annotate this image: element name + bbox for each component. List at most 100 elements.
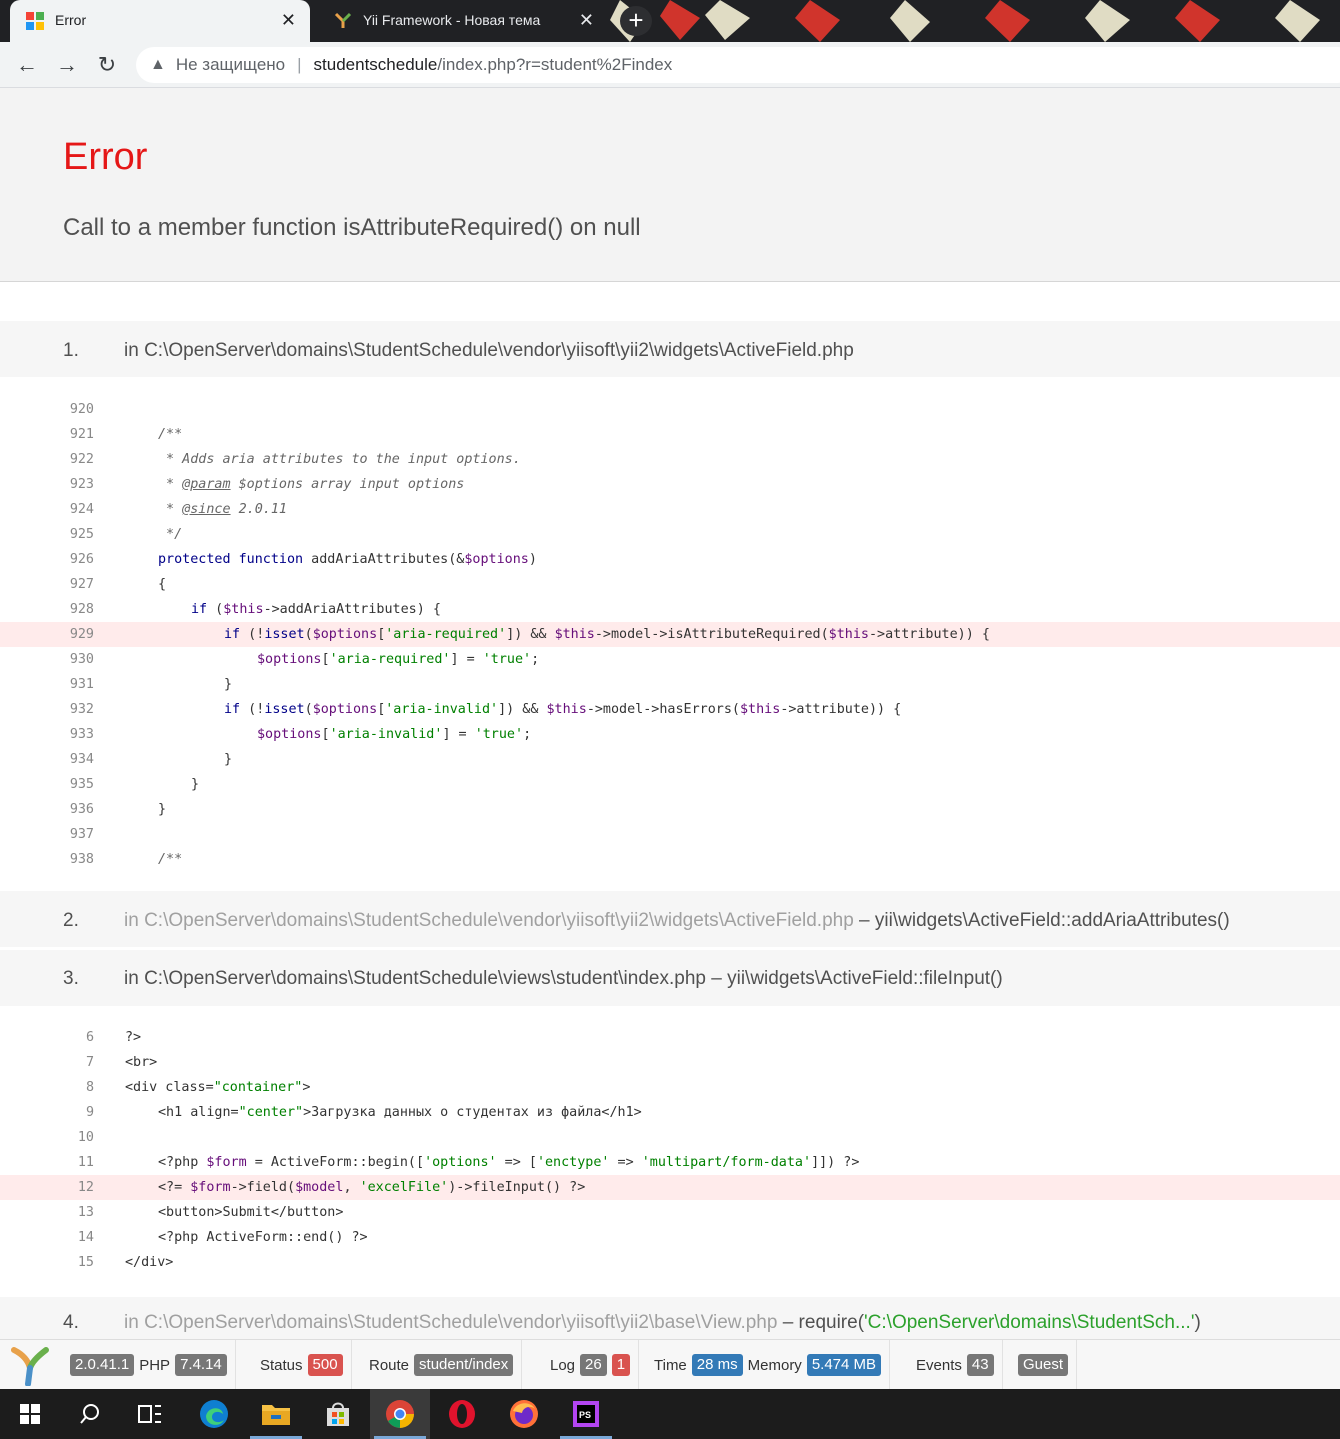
call-stack-item[interactable]: 1. in C:\OpenServer\domains\StudentSched… [0,321,1340,377]
code-line: 937 [69,827,94,842]
code-line: 931} [69,677,233,692]
code-line: 15 </div> [77,1255,174,1270]
code-line: 936} [69,802,167,817]
tab-title: Error [55,12,87,28]
stack-item-location: in C:\OpenServer\domains\StudentSchedule… [124,1312,1201,1333]
taskbar-edge[interactable] [184,1389,244,1439]
time-badge: 28 ms [691,1354,743,1376]
status-label: Status [260,1356,303,1374]
task-view-button[interactable] [120,1389,180,1439]
stack-item-number: 3. [63,968,79,989]
reload-icon[interactable]: ↻ [92,50,122,80]
memory-label: Memory [747,1356,802,1374]
favicon-icon [26,12,44,30]
taskbar-chrome[interactable] [370,1389,430,1439]
php-version-badge: 7.4.14 [175,1354,227,1376]
windows-taskbar: PS [0,1389,1340,1439]
error-code-line: 12 <?= $form->field($model, 'excelFile')-… [0,1175,1340,1200]
code-line: 932 if (!isset($options['aria-invalid']) … [69,702,902,717]
log-count-badge: 26 [580,1354,607,1376]
code-line: 930 $options['aria-required'] = 'true'; [69,652,540,667]
debug-versions[interactable]: 2.0.41.1 PHP 7.4.14 [62,1340,236,1390]
taskbar-explorer[interactable] [246,1389,306,1439]
debug-user[interactable]: Guest [1010,1340,1078,1390]
taskbar-phpstorm[interactable]: PS [556,1389,616,1439]
call-stack-item[interactable]: 4. in C:\OpenServer\domains\StudentSched… [0,1297,1340,1339]
phpstorm-icon: PS [573,1401,599,1427]
yii-logo-icon[interactable] [8,1346,52,1386]
search-button[interactable] [60,1389,120,1439]
events-label: Events [916,1356,962,1374]
forward-arrow-icon[interactable]: → [52,50,82,80]
code-line: 923 * @param $options array input option… [69,477,465,492]
edge-icon [200,1400,228,1428]
browser-toolbar: ← → ↻ ▲ Не защищено | studentschedule/in… [0,42,1340,88]
stack-item-location: in C:\OpenServer\domains\StudentSchedule… [124,968,1003,989]
time-label: Time [654,1356,687,1374]
close-icon[interactable]: ✕ [579,10,594,31]
new-tab-button[interactable]: + [620,6,652,36]
memory-badge: 5.474 MB [806,1354,882,1376]
code-line: 938/** [69,852,183,867]
stack-item-number: 1. [63,340,79,361]
debug-log[interactable]: Log 26 1 [542,1340,640,1390]
code-line: 921/** [69,427,183,442]
browser-theme-pattern [610,0,1320,42]
code-line: 6 ?> [85,1030,142,1045]
code-line: 928 if ($this->addAriaAttributes) { [69,602,441,617]
yii-favicon-icon [334,12,352,28]
tab-error[interactable]: Error ✕ [10,0,310,42]
code-line: 924 * @since 2.0.11 [69,502,287,517]
code-line: 8 <div class="container"> [85,1080,311,1095]
taskbar-firefox[interactable] [494,1389,554,1439]
svg-text:PS: PS [579,1410,591,1420]
opera-icon [449,1400,475,1428]
code-line: 933 $options['aria-invalid'] = 'true'; [69,727,532,742]
stack-item-number: 2. [63,910,79,931]
taskbar-opera[interactable] [432,1389,492,1439]
log-error-badge: 1 [611,1354,631,1376]
status-code-badge: 500 [307,1354,343,1376]
debug-events[interactable]: Events 43 [908,1340,1003,1390]
user-badge: Guest [1018,1354,1069,1376]
code-line: 927{ [69,577,167,592]
start-button[interactable] [0,1389,60,1439]
warning-icon[interactable]: ▲ [150,56,166,74]
debug-status[interactable]: Status 500 [252,1340,352,1390]
code-snippet: 6 ?> 7 <br> 8 <div class="container"> 9 <h1 … [0,1025,1340,1275]
tab-yii-forum[interactable]: Yii Framework - Новая тема ✕ [318,0,608,42]
store-icon [327,1402,349,1426]
code-line: 934} [69,752,233,767]
back-arrow-icon[interactable]: ← [12,50,42,80]
url-path: /index.php?r=student%2Findex [437,55,673,74]
address-bar[interactable]: ▲ Не защищено | studentschedule/index.ph… [136,47,1340,83]
close-icon[interactable]: ✕ [281,10,296,31]
debug-time-memory[interactable]: Time 28 ms Memory 5.474 MB [646,1340,891,1390]
security-status[interactable]: Не защищено [176,55,285,75]
code-line: 14 <?php ActiveForm::end() ?> [77,1230,368,1245]
events-badge: 43 [966,1354,994,1376]
error-header: Error Call to a member function isAttrib… [0,88,1340,282]
stack-item-file: in C:\OpenServer\domains\StudentSchedule… [124,340,854,361]
code-line: 10 [77,1130,94,1145]
folder-icon [262,1405,290,1425]
yii-debug-toolbar: 2.0.41.1 PHP 7.4.14 Status 500 Route stu… [0,1339,1340,1390]
code-line: 7 <br> [85,1055,158,1070]
code-line: 922 * Adds aria attributes to the input … [69,452,521,467]
task-view-icon [138,1405,161,1423]
route-badge: student/index [414,1354,514,1376]
call-stack-item[interactable]: 2. in C:\OpenServer\domains\StudentSched… [0,891,1340,947]
taskbar-store[interactable] [308,1389,368,1439]
code-snippet: 920 921/** 922 * Adds aria attributes to… [0,397,1340,872]
debug-route[interactable]: Route student/index [361,1340,523,1390]
stack-item-location: in C:\OpenServer\domains\StudentSchedule… [124,910,1230,931]
call-stack-item[interactable]: 3. in C:\OpenServer\domains\StudentSched… [0,950,1340,1006]
tab-title: Yii Framework - Новая тема [363,12,541,28]
php-label: PHP [139,1356,171,1374]
yii-version-badge: 2.0.41.1 [70,1354,135,1376]
windows-logo-icon [20,1404,40,1424]
stack-item-number: 4. [63,1312,79,1333]
code-line: 935} [69,777,200,792]
chrome-icon [386,1400,414,1428]
code-line: 920 [69,402,94,417]
